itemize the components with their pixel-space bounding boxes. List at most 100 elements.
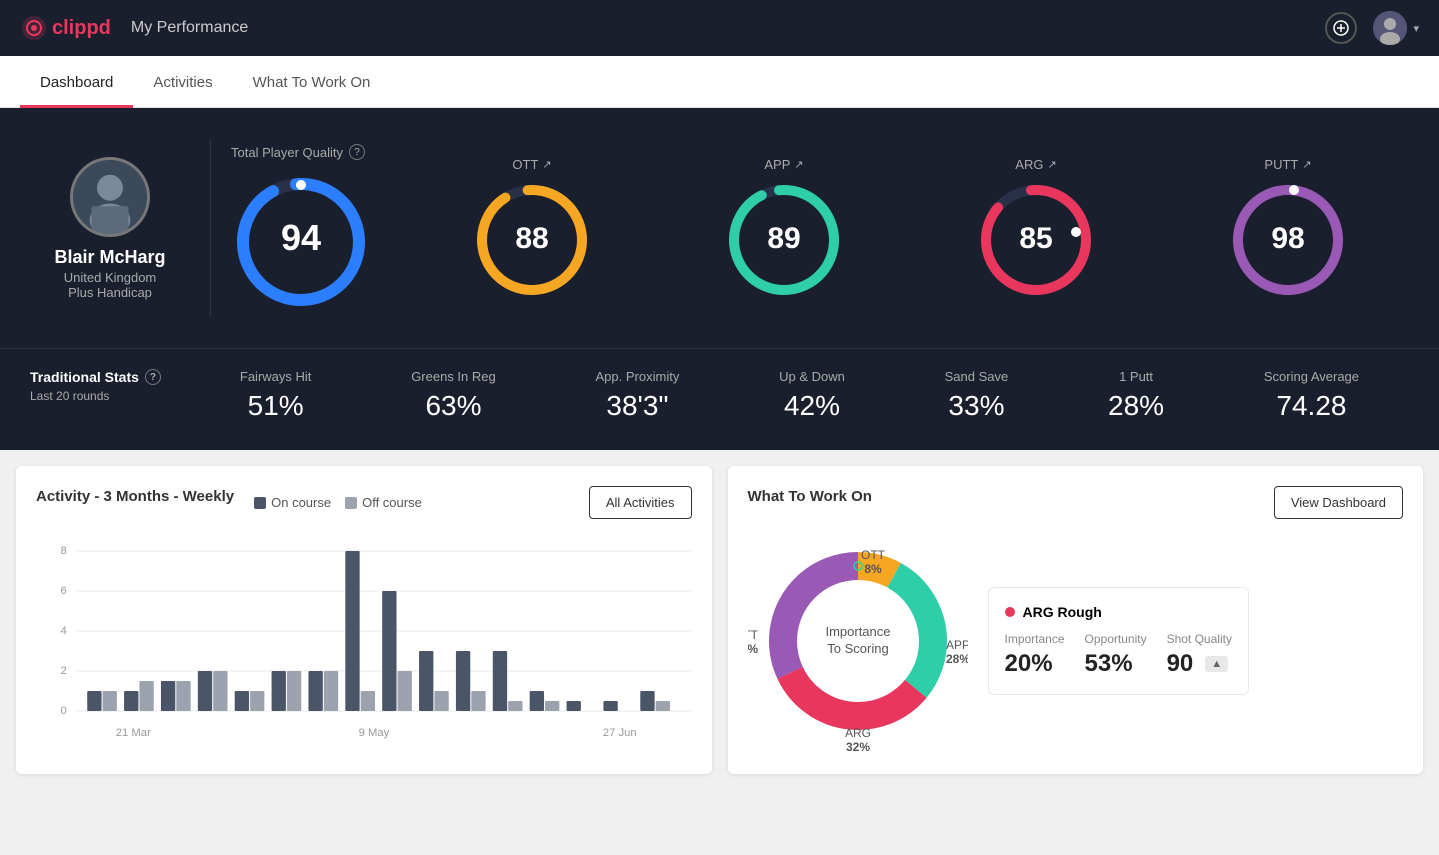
off-course-dot xyxy=(345,497,357,509)
importance-label: Importance xyxy=(1005,632,1065,646)
stat-name: 1 Putt xyxy=(1119,369,1153,384)
arg-label: ARG ↗ xyxy=(1015,157,1056,172)
logo: clippd xyxy=(20,14,111,42)
stats-label-text: Traditional Stats xyxy=(30,369,139,385)
stat-fairways-hit: Fairways Hit 51% xyxy=(240,369,312,422)
svg-text:27 Jun: 27 Jun xyxy=(603,727,637,739)
work-on-card: What To Work On View Dashboard xyxy=(728,466,1424,774)
tab-activities[interactable]: Activities xyxy=(133,56,232,108)
tq-label: Total Player Quality ? xyxy=(231,144,411,160)
stat-name: Fairways Hit xyxy=(240,369,312,384)
bottom-section: Activity - 3 Months - Weekly On course O… xyxy=(0,450,1439,790)
tq-label-text: Total Player Quality xyxy=(231,145,343,160)
chart-svg: 0 2 4 6 8 xyxy=(36,531,692,751)
ring-arg: ARG ↗ 85 xyxy=(915,157,1157,300)
svg-text:0: 0 xyxy=(60,705,66,717)
svg-text:4: 4 xyxy=(60,625,66,637)
tab-dashboard[interactable]: Dashboard xyxy=(20,56,133,108)
stat-value: 42% xyxy=(784,390,840,422)
stats-info-icon[interactable]: ? xyxy=(145,369,161,385)
user-avatar-nav[interactable]: ▾ xyxy=(1373,11,1419,45)
svg-text:8: 8 xyxy=(60,545,66,557)
stat-value: 38'3" xyxy=(606,390,668,422)
all-activities-button[interactable]: All Activities xyxy=(589,486,692,519)
stat-greens-in-reg: Greens In Reg 63% xyxy=(411,369,496,422)
top-nav: clippd My Performance ▾ xyxy=(0,0,1439,56)
ott-trend-icon: ↗ xyxy=(542,158,551,171)
nav-left: clippd My Performance xyxy=(20,14,248,42)
add-button[interactable] xyxy=(1325,12,1357,44)
svg-text:6: 6 xyxy=(60,585,66,597)
stat-value: 51% xyxy=(248,390,304,422)
off-course-label: Off course xyxy=(362,495,422,510)
shot-quality-label: Shot Quality xyxy=(1167,632,1232,646)
stats-label: Traditional Stats ? xyxy=(30,369,190,385)
stat-value: 74.28 xyxy=(1276,390,1346,422)
tab-what-to-work-on[interactable]: What To Work On xyxy=(233,56,391,108)
svg-text:85: 85 xyxy=(1019,222,1052,255)
opportunity-label: Opportunity xyxy=(1085,632,1147,646)
stat-name: Up & Down xyxy=(779,369,845,384)
stat-up-and-down: Up & Down 42% xyxy=(779,369,845,422)
on-course-dot xyxy=(254,497,266,509)
stat-value: 28% xyxy=(1108,390,1164,422)
work-on-title: What To Work On xyxy=(748,488,872,505)
activity-title: Activity - 3 Months - Weekly xyxy=(36,488,234,505)
donut-svg: Importance To Scoring OTT 8% APP 28% ARG… xyxy=(748,531,968,751)
stats-items: Fairways Hit 51% Greens In Reg 63% App. … xyxy=(190,369,1409,422)
player-country: United Kingdom xyxy=(64,270,157,285)
stat-sand-save: Sand Save 33% xyxy=(945,369,1009,422)
hero-inner: Blair McHarg United Kingdom Plus Handica… xyxy=(30,138,1409,318)
donut-area: Importance To Scoring OTT 8% APP 28% ARG… xyxy=(748,531,1404,751)
info-icon[interactable]: ? xyxy=(349,144,365,160)
arg-rough-card: ARG Rough Importance 20% Opportunity 53%… xyxy=(988,587,1249,695)
on-course-label: On course xyxy=(271,495,331,510)
view-dashboard-button[interactable]: View Dashboard xyxy=(1274,486,1403,519)
svg-text:ARG: ARG xyxy=(844,726,870,740)
arg-trend-icon: ↗ xyxy=(1047,158,1056,171)
hero-divider xyxy=(210,138,211,318)
svg-text:88: 88 xyxy=(515,222,548,255)
ott-label: OTT ↗ xyxy=(512,157,551,172)
svg-text:32%: 32% xyxy=(748,642,758,656)
activity-header-left: Activity - 3 Months - Weekly On course O… xyxy=(36,488,422,517)
player-handicap: Plus Handicap xyxy=(68,285,152,300)
nav-title: My Performance xyxy=(131,19,248,37)
putt-ring: 98 xyxy=(1228,180,1348,300)
importance-value: 20% xyxy=(1005,650,1065,678)
shot-quality-row: 90 ▲ xyxy=(1167,650,1232,678)
svg-text:98: 98 xyxy=(1271,222,1304,255)
legend-off-course: Off course xyxy=(345,495,422,510)
shot-quality-badge: ▲ xyxy=(1205,656,1228,672)
svg-text:32%: 32% xyxy=(845,740,869,751)
arg-importance: Importance 20% xyxy=(1005,632,1065,678)
stat-name: Greens In Reg xyxy=(411,369,496,384)
stat-value: 33% xyxy=(948,390,1004,422)
stat-app-proximity: App. Proximity 38'3" xyxy=(596,369,680,422)
arg-metrics: Importance 20% Opportunity 53% Shot Qual… xyxy=(1005,632,1232,678)
svg-text:21 Mar: 21 Mar xyxy=(116,727,151,739)
total-quality-ring: 94 xyxy=(231,172,371,312)
svg-text:94: 94 xyxy=(281,217,321,258)
svg-text:28%: 28% xyxy=(946,652,968,666)
svg-text:9 May: 9 May xyxy=(359,727,390,739)
logo-text: clippd xyxy=(52,17,111,40)
stat-scoring-average: Scoring Average 74.28 xyxy=(1264,369,1359,422)
putt-label: PUTT ↗ xyxy=(1264,157,1311,172)
legend-on-course: On course xyxy=(254,495,331,510)
player-name: Blair McHarg xyxy=(54,247,165,268)
stat-name: Scoring Average xyxy=(1264,369,1359,384)
activity-legend: On course Off course xyxy=(254,495,422,510)
stats-sublabel: Last 20 rounds xyxy=(30,389,190,403)
bar-chart: 0 2 4 6 8 xyxy=(36,531,692,751)
avatar xyxy=(1373,11,1407,45)
arg-shot-quality: Shot Quality 90 ▲ xyxy=(1167,632,1232,678)
ott-ring: 88 xyxy=(472,180,592,300)
stats-label-col: Traditional Stats ? Last 20 rounds xyxy=(30,369,190,403)
traditional-stats: Traditional Stats ? Last 20 rounds Fairw… xyxy=(0,348,1439,450)
chevron-down-icon: ▾ xyxy=(1413,22,1419,35)
putt-trend-icon: ↗ xyxy=(1302,158,1311,171)
arg-card-title: ARG Rough xyxy=(1005,604,1232,620)
nav-right: ▾ xyxy=(1325,11,1419,45)
hero-section: Blair McHarg United Kingdom Plus Handica… xyxy=(0,108,1439,348)
